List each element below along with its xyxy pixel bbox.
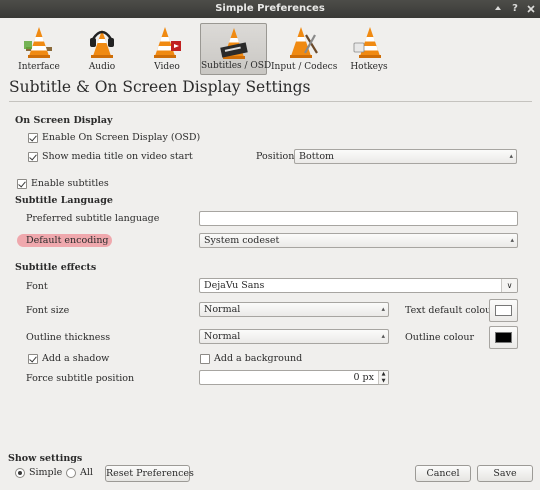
font-size-select[interactable]: Normal ▴	[199, 302, 389, 317]
font-label: Font	[26, 281, 48, 292]
position-label: Position	[256, 151, 295, 162]
font-select[interactable]: DejaVu Sans ∨	[199, 278, 518, 293]
position-select[interactable]: Bottom ▴	[294, 149, 517, 164]
heading-divider	[9, 101, 532, 102]
outline-thickness-value: Normal	[204, 331, 241, 342]
interface-cone-icon	[24, 27, 52, 58]
chevron-down-icon[interactable]: ∨	[501, 279, 517, 292]
cancel-button[interactable]: Cancel	[415, 465, 471, 482]
font-size-value: Normal	[204, 304, 241, 315]
help-button[interactable]: ?	[508, 2, 522, 16]
preferred-language-label: Preferred subtitle language	[26, 213, 160, 224]
outline-thickness-select[interactable]: Normal ▴	[199, 329, 389, 344]
text-colour-swatch	[495, 305, 512, 316]
add-background-label: Add a background	[214, 353, 303, 364]
enable-subtitles-checkbox[interactable]	[17, 179, 27, 189]
simple-radio-label: Simple	[29, 467, 63, 478]
spin-arrows-icon[interactable]: ▲ ▼	[378, 371, 388, 384]
force-position-spinbox[interactable]: 0 px ▲ ▼	[199, 370, 389, 385]
updown-arrow-icon: ▴	[381, 332, 385, 340]
window-title: Simple Preferences	[215, 3, 325, 14]
page-title: Subtitle & On Screen Display Settings	[9, 78, 311, 96]
default-encoding-label: Default encoding	[26, 235, 109, 246]
add-shadow-label: Add a shadow	[42, 353, 110, 364]
input-codecs-cone-icon	[290, 27, 318, 58]
outline-colour-swatch	[495, 332, 512, 343]
outline-colour-label: Outline colour	[405, 332, 475, 343]
position-value: Bottom	[299, 151, 335, 162]
subtitle-effects-group-title: Subtitle effects	[15, 262, 97, 273]
enable-osd-checkbox[interactable]	[28, 133, 38, 143]
show-settings-label: Show settings	[8, 453, 83, 464]
all-radio-label: All	[80, 467, 93, 478]
tab-input-codecs[interactable]: Input / Codecs	[271, 23, 338, 75]
maximize-button[interactable]	[491, 2, 505, 16]
show-title-checkbox[interactable]	[28, 152, 38, 162]
close-button[interactable]	[524, 2, 538, 16]
maximize-arrow-icon	[495, 6, 501, 10]
tab-hotkeys[interactable]: Hotkeys	[344, 23, 394, 75]
osd-group-title: On Screen Display	[15, 115, 113, 126]
text-colour-label: Text default colour	[405, 305, 496, 316]
subtitle-language-group-title: Subtitle Language	[15, 195, 113, 206]
save-button[interactable]: Save	[477, 465, 533, 482]
text-colour-button[interactable]	[489, 299, 518, 322]
add-background-checkbox[interactable]	[200, 354, 210, 364]
add-shadow-checkbox[interactable]	[28, 354, 38, 364]
subtitles-cone-icon	[219, 28, 248, 59]
tab-hotkeys-label: Hotkeys	[350, 62, 388, 72]
enable-osd-label: Enable On Screen Display (OSD)	[42, 132, 201, 143]
default-encoding-value: System codeset	[204, 235, 280, 246]
force-position-label: Force subtitle position	[26, 373, 135, 384]
hotkeys-cone-icon	[353, 27, 381, 58]
font-size-label: Font size	[26, 305, 70, 316]
window-titlebar: Simple Preferences ?	[0, 0, 540, 18]
video-cone-icon	[154, 27, 181, 58]
close-icon	[527, 5, 535, 13]
force-position-value: 0 px	[353, 372, 374, 383]
outline-thickness-label: Outline thickness	[26, 332, 111, 343]
tab-interface-label: Interface	[18, 62, 60, 72]
updown-arrow-icon: ▴	[510, 236, 514, 244]
show-title-label: Show media title on video start	[42, 151, 193, 162]
updown-arrow-icon: ▴	[509, 152, 513, 160]
reset-preferences-button[interactable]: Reset Preferences	[105, 465, 194, 482]
category-toolbar: Interface Audio Video Subtitles / OSD In…	[0, 18, 540, 78]
outline-colour-button[interactable]	[489, 326, 518, 349]
tab-input-codecs-label: Input / Codecs	[271, 62, 338, 72]
tab-video[interactable]: Video	[142, 23, 192, 75]
font-value: DejaVu Sans	[204, 280, 265, 291]
tab-subtitles-osd[interactable]: Subtitles / OSD	[200, 23, 272, 75]
tab-audio[interactable]: Audio	[78, 23, 126, 75]
updown-arrow-icon: ▴	[381, 305, 385, 313]
tab-subtitles-osd-label: Subtitles / OSD	[201, 61, 272, 71]
tab-video-label: Video	[154, 62, 180, 72]
enable-subtitles-label: Enable subtitles	[31, 178, 109, 189]
tab-audio-label: Audio	[88, 62, 116, 72]
preferred-language-input[interactable]	[199, 211, 518, 226]
default-encoding-select[interactable]: System codeset ▴	[199, 233, 518, 248]
simple-radio[interactable]	[15, 468, 25, 478]
all-radio[interactable]	[66, 468, 76, 478]
tab-interface[interactable]: Interface	[13, 23, 65, 75]
audio-headphones-cone-icon	[90, 30, 114, 58]
